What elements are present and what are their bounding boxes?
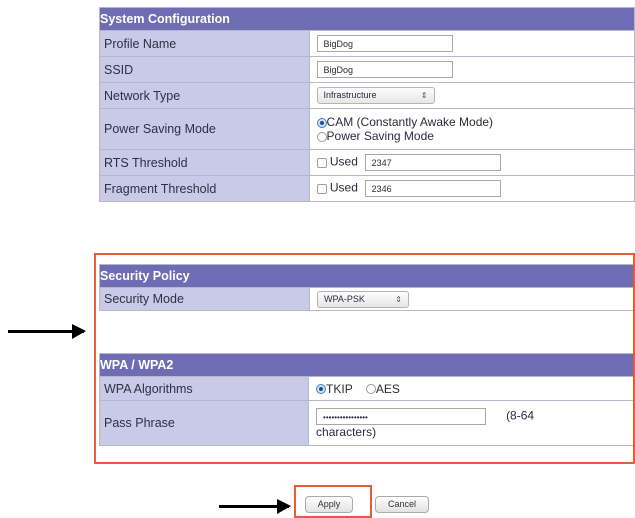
fragment-used-checkbox[interactable] [316, 183, 327, 194]
select-arrows-icon: ⇕ [420, 91, 428, 100]
radio-selected-icon[interactable] [316, 117, 327, 128]
rts-threshold-label: RTS Threshold [100, 150, 309, 175]
profile-name-label: Profile Name [100, 31, 309, 56]
power-option-cam-label: CAM (Constantly Awake Mode) [326, 115, 494, 129]
system-configuration-table: System Configuration Profile Name BigDog… [99, 7, 635, 202]
security-highlight-box [94, 253, 635, 464]
system-configuration-header: System Configuration [100, 8, 634, 30]
apply-button[interactable]: Apply [305, 496, 353, 513]
fragment-threshold-label: Fragment Threshold [100, 176, 309, 201]
cancel-button[interactable]: Cancel [375, 496, 429, 513]
profile-name-input[interactable]: BigDog [316, 35, 453, 52]
power-option-cam[interactable]: CAM (Constantly Awake Mode) [316, 115, 634, 129]
rts-threshold-input[interactable]: 2347 [364, 154, 501, 171]
arrow-right-icon [219, 499, 291, 514]
ssid-input[interactable]: BigDog [316, 61, 453, 78]
fragment-threshold-input[interactable]: 2346 [364, 180, 501, 197]
rts-used-label: Used [329, 154, 358, 169]
arrow-right-icon [8, 324, 86, 339]
power-option-psm-label: Power Saving Mode [326, 129, 434, 143]
network-type-label: Network Type [100, 83, 309, 108]
rts-used-checkbox[interactable] [316, 157, 327, 168]
network-type-select[interactable]: Infrastructure ⇕ [316, 87, 435, 104]
power-option-psm[interactable]: Power Saving Mode [316, 129, 634, 143]
ssid-label: SSID [100, 57, 309, 82]
radio-unselected-icon[interactable] [316, 131, 327, 142]
network-type-value: Infrastructure [323, 90, 377, 100]
fragment-used-label: Used [329, 180, 358, 195]
power-saving-mode-label: Power Saving Mode [100, 109, 309, 149]
